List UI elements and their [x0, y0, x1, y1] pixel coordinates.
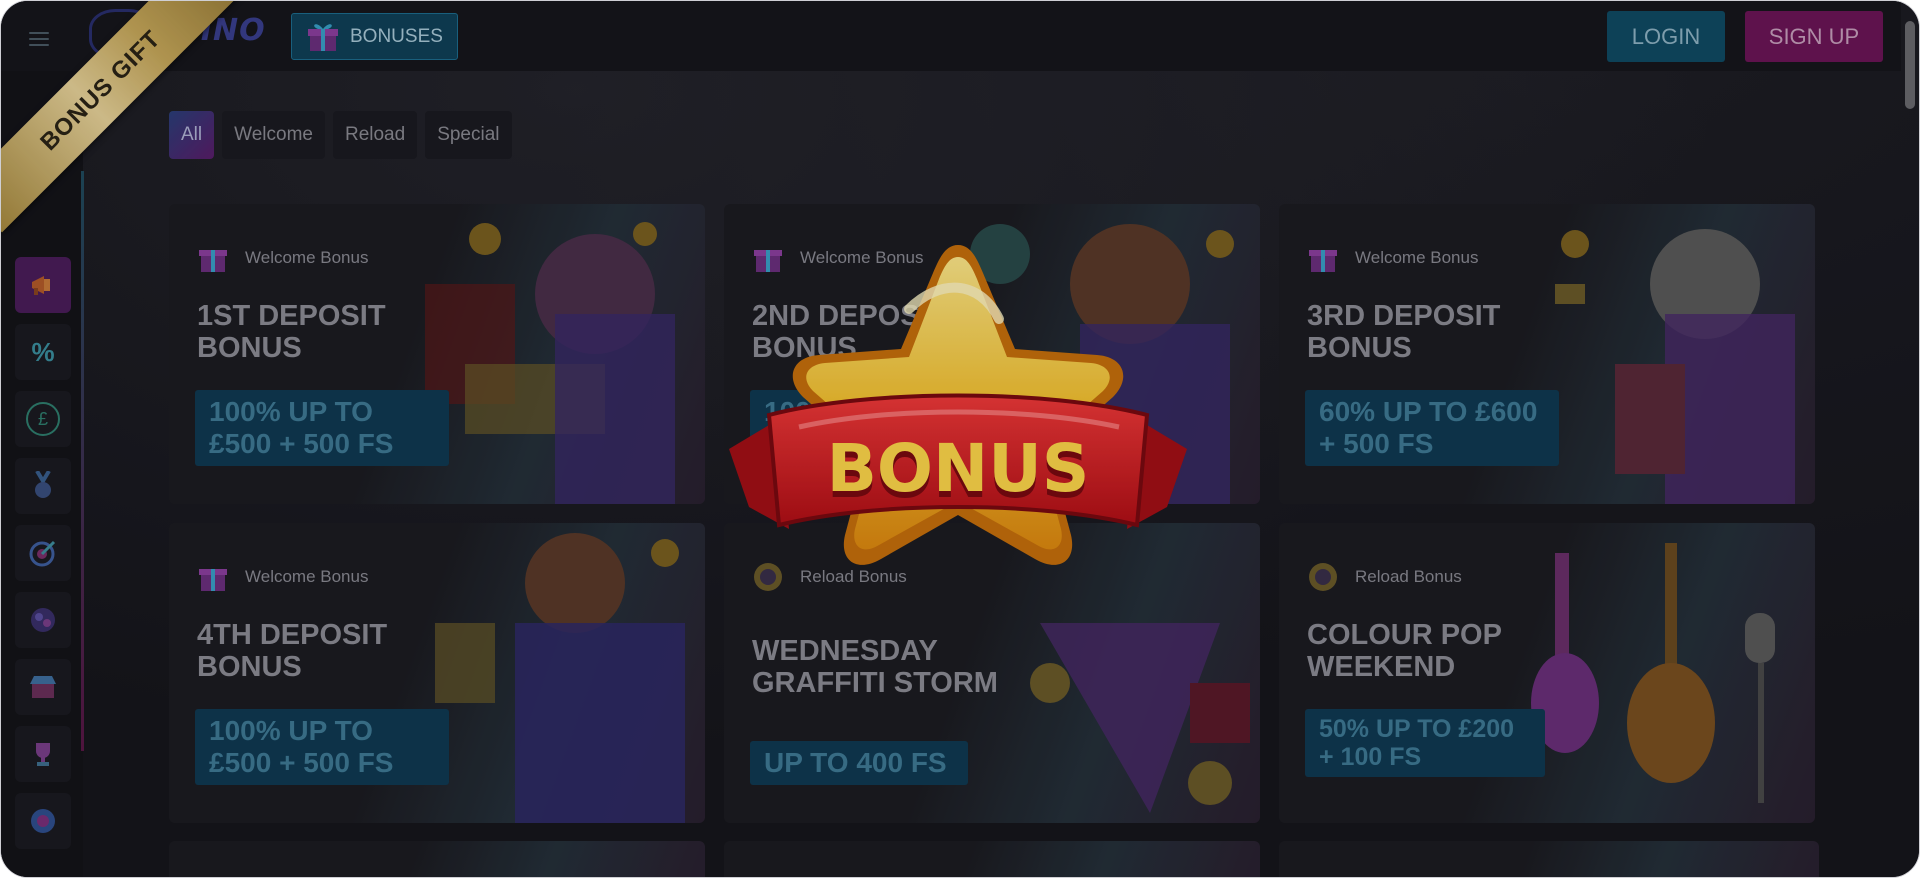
tab-welcome[interactable]: Welcome: [222, 111, 325, 159]
card-title: 3RD DEPOSIT BONUS: [1307, 300, 1501, 364]
card-title: WEDNESDAY GRAFFITI STORM: [752, 635, 998, 699]
bonus-star-badge: BONUS BONUS: [729, 245, 1187, 565]
sidebar-item-medal[interactable]: [15, 458, 71, 514]
tab-reload[interactable]: Reload: [332, 111, 418, 159]
top-header: CASINO BONUSES LOGIN SIGN UP: [1, 1, 1901, 71]
sidebar-item-trophy[interactable]: [15, 726, 71, 782]
card-tag-label: Welcome Bonus: [1355, 248, 1479, 267]
tab-special[interactable]: Special: [425, 111, 512, 159]
card-offer: 100% UP TO £500 + 500 FS: [195, 709, 449, 785]
sidebar-item-roulette[interactable]: [15, 793, 71, 849]
percent-icon: %: [31, 336, 55, 367]
card-tag: Welcome Bonus: [1305, 240, 1478, 276]
card-offer: 60% UP TO £600 + 500 FS: [1305, 390, 1559, 466]
shop-icon: [30, 676, 56, 698]
sidebar-item-percent[interactable]: %: [15, 324, 71, 380]
card-tag: Welcome Bonus: [195, 240, 368, 276]
card-tag: Reload Bonus: [1305, 559, 1462, 595]
sidebar-item-shop[interactable]: [15, 659, 71, 715]
badge-text: BONUS: [827, 430, 1090, 507]
card-tag-label: Reload Bonus: [1355, 567, 1462, 586]
card-title: COLOUR POP WEEKEND: [1307, 619, 1502, 683]
app-frame: CASINO BONUSES LOGIN SIGN UP % £: [0, 0, 1920, 878]
slot-reels-icon: [31, 608, 55, 632]
login-button[interactable]: LOGIN: [1607, 11, 1725, 62]
gift-icon: [199, 569, 227, 591]
bonus-card-1st-deposit[interactable]: Welcome Bonus 1ST DEPOSIT BONUS 100% UP …: [169, 204, 705, 504]
coins-icon: [1309, 563, 1337, 591]
card-offer: 100% UP TO £500 + 500 FS: [195, 390, 449, 466]
bonus-filter-tabs: All Welcome Reload Special: [169, 111, 512, 159]
card-title: 1ST DEPOSIT BONUS: [197, 300, 386, 364]
card-offer: UP TO 400 FS: [750, 741, 968, 785]
trophy-icon: [36, 743, 50, 766]
hamburger-menu-icon[interactable]: [29, 32, 49, 46]
card-tag-label: Welcome Bonus: [245, 248, 369, 267]
bonus-card-4th-deposit[interactable]: Welcome Bonus 4TH DEPOSIT BONUS 100% UP …: [169, 523, 705, 823]
target-icon: [29, 540, 56, 567]
gift-icon: [199, 250, 227, 272]
sidebar-item-promotions[interactable]: [15, 257, 71, 313]
bonuses-label: BONUSES: [350, 25, 443, 47]
gift-icon: [308, 23, 338, 51]
page-scrollbar[interactable]: [1905, 21, 1915, 109]
bonus-card-row3-a[interactable]: [169, 841, 705, 877]
pound-coin-icon: £: [26, 402, 60, 436]
megaphone-icon: [32, 276, 50, 295]
pound-glyph: £: [37, 408, 48, 429]
bonus-card-3rd-deposit[interactable]: Welcome Bonus 3RD DEPOSIT BONUS 60% UP T…: [1279, 204, 1815, 504]
roulette-icon: [31, 809, 55, 833]
sidebar-item-slots[interactable]: [15, 592, 71, 648]
card-offer: 50% UP TO £200 + 100 FS: [1305, 709, 1545, 777]
sidebar-rail: [81, 171, 84, 751]
bonuses-button[interactable]: BONUSES: [291, 13, 458, 60]
card-title: 4TH DEPOSIT BONUS: [197, 619, 388, 683]
signup-button[interactable]: SIGN UP: [1745, 11, 1883, 62]
sidebar-item-target[interactable]: [15, 525, 71, 581]
bonus-card-colour-pop-weekend[interactable]: Reload Bonus COLOUR POP WEEKEND 50% UP T…: [1279, 523, 1815, 823]
card-tag-label: Welcome Bonus: [245, 567, 369, 586]
tab-all[interactable]: All: [169, 111, 215, 159]
card-tag: Welcome Bonus: [195, 559, 368, 595]
medal-icon: [35, 471, 51, 498]
sidebar-item-pound[interactable]: £: [15, 391, 71, 447]
bonus-card-row3-b[interactable]: [724, 841, 1260, 877]
bonus-card-row3-c[interactable]: [1279, 841, 1819, 877]
gift-icon: [1309, 250, 1337, 272]
